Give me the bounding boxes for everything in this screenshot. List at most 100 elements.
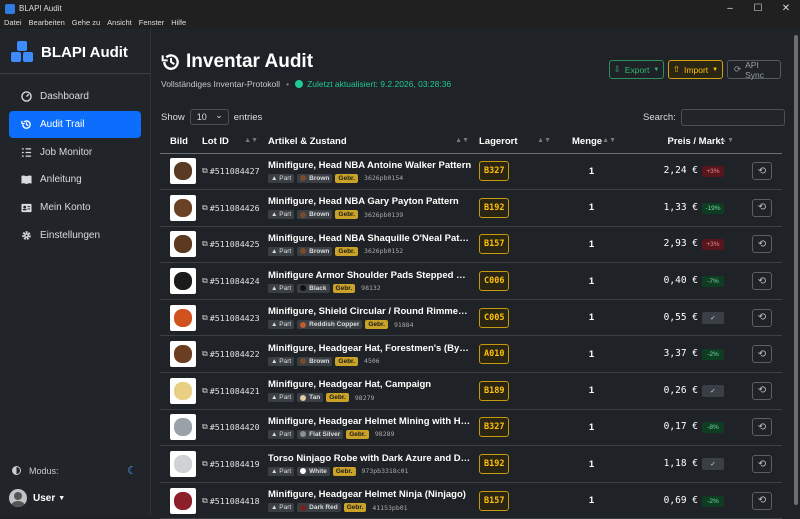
table-row[interactable]: ⧉ #511084427 Minifigure, Head NBA Antoine … <box>160 153 782 191</box>
lot-link[interactable]: ⧉ #511084424 <box>202 276 264 286</box>
close-icon[interactable]: ✕ <box>772 0 800 17</box>
location-badge[interactable]: C006 <box>479 271 510 292</box>
item-name[interactable]: Minifigure, Headgear Helmet Mining with … <box>268 416 472 427</box>
menu-gehe-zu[interactable]: Gehe zu <box>68 17 103 29</box>
table-row[interactable]: ⧉ #511084422 Minifigure, Headgear Hat, For… <box>160 335 782 374</box>
history-button[interactable]: ⟲ <box>752 345 772 364</box>
col-lagerort[interactable]: Lagerort ▲▼ <box>475 130 557 154</box>
part-image[interactable] <box>170 194 196 221</box>
history-button[interactable]: ⟲ <box>752 418 772 437</box>
col-preis[interactable]: Preis / Markt ▲▼ <box>622 130 742 154</box>
sort-icon: ▲▼ <box>602 137 616 144</box>
menu-hilfe[interactable]: Hilfe <box>167 17 189 29</box>
scrollbar[interactable] <box>792 29 800 516</box>
table-row[interactable]: ⧉ #511084420 Minifigure, Headgear Helmet M… <box>160 409 782 447</box>
import-button[interactable]: ⇧ Import ▼ <box>668 60 723 79</box>
history-button[interactable]: ⟲ <box>752 235 772 254</box>
market-change-badge: ✓ <box>702 311 724 324</box>
separator-dot: • <box>286 79 290 89</box>
table-row[interactable]: ⧉ #511084419 Torso Ninjago Robe with Dark … <box>160 445 782 483</box>
part-image[interactable] <box>170 414 196 441</box>
sidebar-item-einstellungen[interactable]: Einstellungen <box>9 222 141 249</box>
item-name[interactable]: Minifigure, Headgear Helmet Ninja (Ninja… <box>268 489 472 500</box>
col-menge[interactable]: Menge ▲▼ <box>557 130 622 154</box>
part-image[interactable] <box>170 487 196 514</box>
sidebar-item-anleitung[interactable]: Anleitung <box>9 166 141 193</box>
brand[interactable]: BLAPI Audit <box>11 41 128 63</box>
history-icon: ⟲ <box>757 238 767 250</box>
menu-fenster[interactable]: Fenster <box>135 17 167 29</box>
lot-link[interactable]: ⧉ #511084425 <box>202 239 264 249</box>
item-name[interactable]: Minifigure, Shield Circular / Round Rimm… <box>268 306 472 317</box>
col-artikel[interactable]: Artikel & Zustand ▲▼ <box>264 130 475 154</box>
lot-link[interactable]: ⧉ #511084422 <box>202 349 264 359</box>
item-name[interactable]: Minifigure, Headgear Hat, Forestmen's (B… <box>268 343 472 354</box>
history-button[interactable]: ⟲ <box>752 491 772 510</box>
location-badge[interactable]: B157 <box>479 490 510 511</box>
part-image[interactable] <box>170 158 196 185</box>
location-badge[interactable]: B327 <box>479 161 510 182</box>
col-bild[interactable]: Bild <box>160 130 198 154</box>
item-name[interactable]: Minifigure, Headgear Hat, Campaign <box>268 379 472 390</box>
lot-link[interactable]: ⧉ #511084419 <box>202 459 264 469</box>
history-button[interactable]: ⟲ <box>752 381 772 400</box>
part-image[interactable] <box>170 341 196 368</box>
location-badge[interactable]: B192 <box>479 197 510 218</box>
app-icon <box>5 3 15 14</box>
search-input[interactable] <box>680 109 785 126</box>
table-row[interactable]: ⧉ #511084426 Minifigure, Head NBA Gary Pay… <box>160 189 782 227</box>
table-row[interactable]: ⧉ #511084423 Minifigure, Shield Circular /… <box>160 299 782 337</box>
history-button[interactable]: ⟲ <box>752 455 772 474</box>
history-button[interactable]: ⟲ <box>752 272 772 291</box>
item-name[interactable]: Minifigure, Head NBA Shaquille O'Neal Pa… <box>268 233 472 244</box>
scrollbar-thumb[interactable] <box>794 35 798 505</box>
lot-link[interactable]: ⧉ #511084427 <box>202 166 264 176</box>
menu-ansicht[interactable]: Ansicht <box>103 17 135 29</box>
lot-link[interactable]: ⧉ #511084420 <box>202 422 264 432</box>
moon-icon[interactable]: ☾ <box>127 464 137 477</box>
menu-datei[interactable]: Datei <box>0 17 25 29</box>
menu-bearbeiten[interactable]: Bearbeiten <box>25 17 68 29</box>
table-row[interactable]: ⧉ #511084424 Minifigure Armor Shoulder Pad… <box>160 262 782 300</box>
part-image[interactable] <box>170 304 196 331</box>
lot-link[interactable]: ⧉ #511084418 <box>202 496 264 506</box>
item-name[interactable]: Torso Ninjago Robe with Dark Azure and D… <box>268 453 472 464</box>
lot-link[interactable]: ⧉ #511084426 <box>202 203 264 213</box>
external-link-icon: ⧉ <box>202 239 208 249</box>
location-badge[interactable]: A010 <box>479 344 510 365</box>
location-badge[interactable]: B327 <box>479 417 510 438</box>
part-image[interactable] <box>170 268 196 295</box>
user-menu[interactable]: User ▼ <box>9 489 65 507</box>
table-row[interactable]: ⧉ #511084418 Minifigure, Headgear Helmet N… <box>160 482 782 519</box>
table-row[interactable]: ⧉ #511084421 Minifigure, Headgear Hat, Cam… <box>160 372 782 410</box>
sidebar-item-audit-trail[interactable]: Audit Trail <box>9 110 141 138</box>
part-code: 3626pb0139 <box>364 210 404 219</box>
entries-select[interactable]: 10 <box>189 109 229 125</box>
item-name[interactable]: Minifigure, Head NBA Antoine Walker Patt… <box>268 160 472 171</box>
part-image[interactable] <box>170 231 196 258</box>
mode-switcher[interactable]: Modus: ☾ <box>12 464 137 477</box>
sidebar-item-dashboard[interactable]: Dashboard <box>9 83 141 110</box>
location-badge[interactable]: B157 <box>479 234 510 255</box>
item-name[interactable]: Minifigure, Head NBA Gary Payton Pattern <box>268 196 472 207</box>
col-lot-id[interactable]: Lot ID ▲▼ <box>198 130 264 154</box>
location-badge[interactable]: B189 <box>479 380 510 401</box>
history-button[interactable]: ⟲ <box>752 162 772 181</box>
part-image[interactable] <box>170 377 196 404</box>
part-image[interactable] <box>170 451 196 478</box>
lot-link[interactable]: ⧉ #511084423 <box>202 313 264 323</box>
location-badge[interactable]: C005 <box>479 307 510 328</box>
location-badge[interactable]: B192 <box>479 454 510 475</box>
item-name[interactable]: Minifigure Armor Shoulder Pads Stepped w… <box>268 270 472 281</box>
api-sync-button[interactable]: ⟳ API Sync <box>727 60 781 80</box>
export-button[interactable]: ⇩ Export ▼ <box>609 60 664 79</box>
external-link-icon: ⧉ <box>202 495 208 505</box>
history-button[interactable]: ⟲ <box>752 198 772 217</box>
maximize-icon[interactable]: ☐ <box>744 0 772 17</box>
history-button[interactable]: ⟲ <box>752 308 772 327</box>
table-row[interactable]: ⧉ #511084425 Minifigure, Head NBA Shaquill… <box>160 226 782 264</box>
sidebar-item-job-monitor[interactable]: Job Monitor <box>9 139 141 166</box>
lot-link[interactable]: ⧉ #511084421 <box>202 386 264 396</box>
sidebar-item-mein-konto[interactable]: Mein Konto <box>9 194 141 221</box>
minimize-icon[interactable]: – <box>716 0 744 17</box>
